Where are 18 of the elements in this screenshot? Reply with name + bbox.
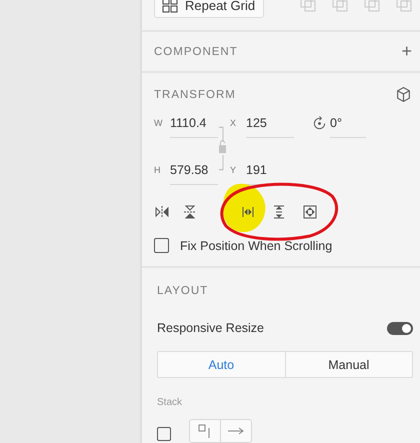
repeat-grid-button[interactable]: Repeat Grid [154, 0, 264, 18]
mode-tab[interactable]: Auto [158, 352, 284, 377]
field-label: X [230, 117, 238, 128]
stack-label: Stack [157, 397, 184, 408]
section-title: COMPONENT [154, 46, 238, 58]
section-title: LAYOUT [157, 285, 208, 297]
number-field[interactable]: 579.58 [170, 163, 218, 186]
field-label: Y [230, 164, 238, 176]
number-field[interactable]: 125 [246, 116, 294, 138]
add-component-button[interactable]: + [401, 41, 412, 62]
number-field[interactable]: 1110.4 [170, 116, 218, 138]
section-title: TRANSFORM [154, 88, 236, 101]
field-label: H [154, 164, 162, 176]
mode-tab[interactable]: Manual [284, 352, 412, 377]
toggle-label: Responsive Resize [157, 321, 264, 335]
checkbox-label: Fix Position When Scrolling [180, 238, 332, 253]
field-label: W [154, 117, 164, 128]
number-field[interactable]: 0° [330, 116, 366, 138]
